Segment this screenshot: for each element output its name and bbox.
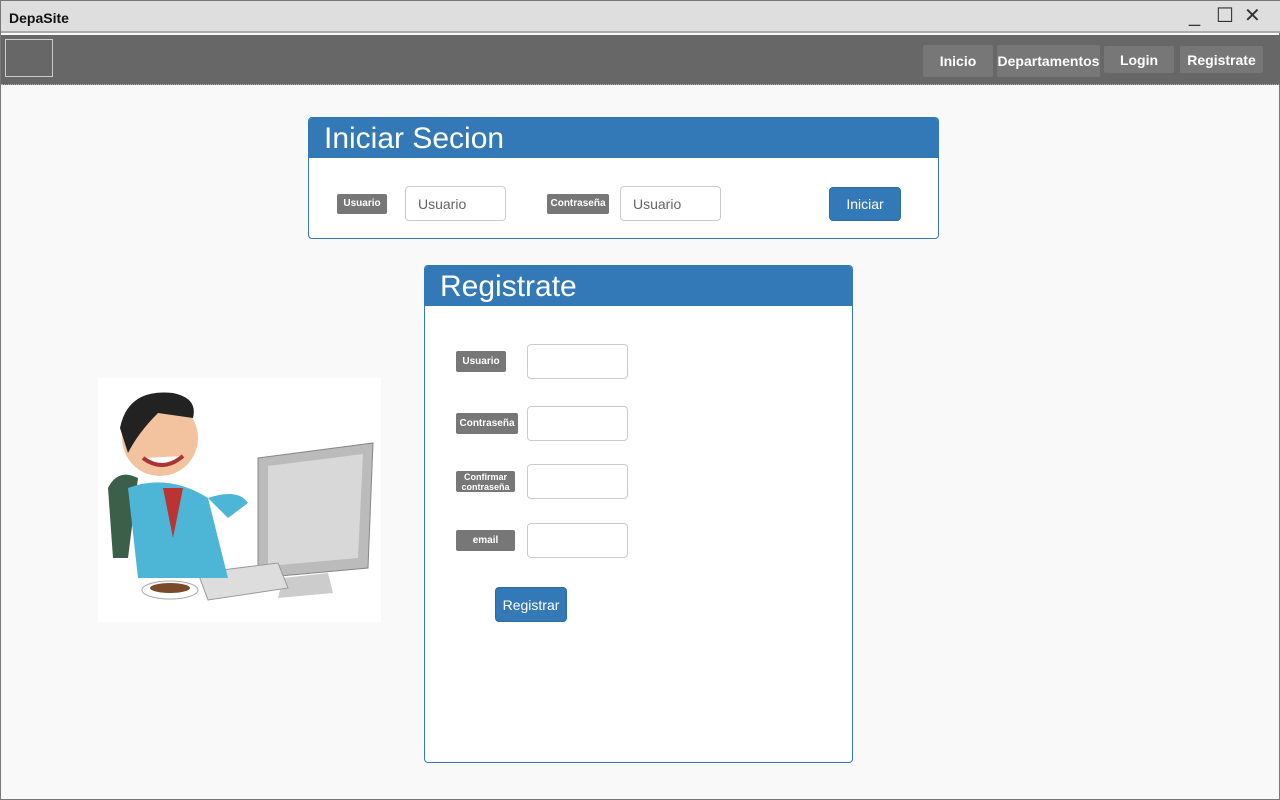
login-user-input[interactable] — [405, 186, 506, 221]
nav-login[interactable]: Login — [1104, 46, 1174, 73]
close-icon[interactable]: ✕ — [1244, 5, 1261, 27]
register-submit-button[interactable]: Registrar — [495, 587, 567, 622]
login-title: Iniciar Secion — [309, 118, 938, 158]
title-bar: DepaSite _ ☐ ✕ — [1, 1, 1280, 33]
navbar: Inicio Departamentos Login Registrate — [1, 35, 1280, 85]
window-title: DepaSite — [9, 10, 69, 26]
nav-registrate[interactable]: Registrate — [1180, 46, 1263, 73]
register-confirm-label: Confirmar contraseña — [456, 471, 515, 492]
man-at-computer-illustration — [98, 378, 381, 622]
register-panel: Registrate Usuario Contraseña Confirmar … — [424, 265, 853, 763]
login-submit-button[interactable]: Iniciar — [829, 187, 901, 221]
minimize-icon[interactable]: _ — [1189, 5, 1200, 27]
login-pass-input[interactable] — [620, 186, 721, 221]
login-pass-label: Contraseña — [547, 194, 609, 214]
register-email-input[interactable] — [527, 523, 628, 558]
register-email-label: email — [456, 530, 515, 551]
nav-departamentos[interactable]: Departamentos — [997, 45, 1100, 77]
maximize-icon[interactable]: ☐ — [1216, 5, 1234, 27]
register-title: Registrate — [425, 266, 852, 306]
register-confirm-input[interactable] — [527, 464, 628, 499]
register-pass-label: Contraseña — [456, 413, 518, 434]
nav-inicio[interactable]: Inicio — [923, 45, 993, 77]
register-user-label: Usuario — [456, 351, 506, 372]
register-pass-input[interactable] — [527, 406, 628, 441]
register-user-input[interactable] — [527, 344, 628, 379]
logo-broken-image-icon[interactable] — [5, 39, 53, 77]
login-panel: Iniciar Secion Usuario Contraseña Inicia… — [308, 117, 939, 239]
login-user-label: Usuario — [337, 194, 387, 214]
